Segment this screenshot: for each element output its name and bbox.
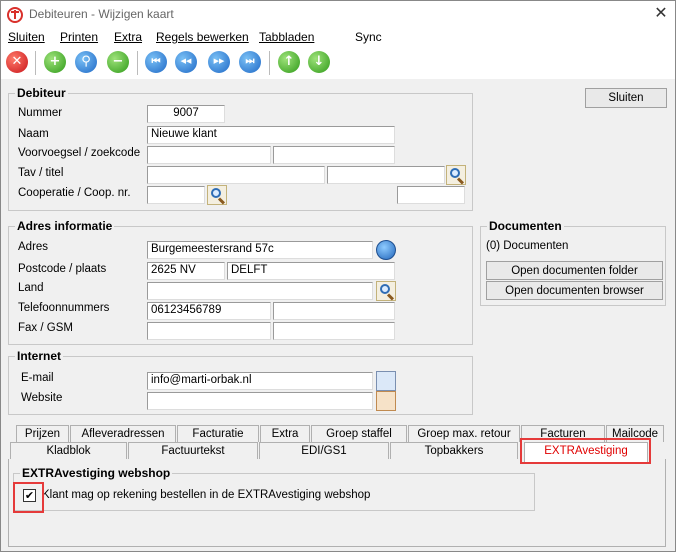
tab-groep-staffel[interactable]: Groep staffel [311, 425, 407, 442]
window-close-button[interactable]: ✕ [651, 3, 671, 25]
adres-label: Adres [18, 241, 49, 253]
open-documenten-browser-button[interactable]: Open documenten browser [486, 281, 663, 300]
toolbar-separator [269, 51, 270, 75]
menu-extra[interactable]: Extra [114, 30, 142, 44]
voorvoegsel-label: Voorvoegsel / zoekcode [18, 147, 141, 159]
webshop-checkbox-label: Klant mag op rekening bestellen in de EX… [42, 489, 371, 501]
voorvoegsel-field[interactable] [147, 146, 271, 164]
remove-icon[interactable]: − [107, 51, 129, 73]
previous-record-icon[interactable]: ◀◀ [175, 51, 197, 73]
documenten-count: (0) Documenten [486, 240, 569, 252]
gsm-field[interactable] [273, 322, 395, 340]
cooperatie-field[interactable] [147, 186, 205, 204]
tab-topbakkers[interactable]: Topbakkers [390, 442, 518, 459]
postcode-label: Postcode / plaats [18, 263, 107, 275]
tab-factuurtekst[interactable]: Factuurtekst [128, 442, 258, 459]
last-record-icon[interactable]: ⏭ [239, 51, 261, 73]
tab-prijzen[interactable]: Prijzen [16, 425, 69, 442]
land-label: Land [18, 282, 44, 294]
email-field[interactable]: info@marti-orbak.nl [147, 372, 373, 390]
window-title: Debiteuren - Wijzigen kaart [29, 7, 174, 21]
cooperatie-label: Cooperatie / Coop. nr. [18, 187, 131, 199]
land-field[interactable] [147, 282, 373, 300]
menu-tabbladen[interactable]: Tabbladen [259, 30, 314, 44]
toolbar: ✕ + ⚲ − ⏮ ◀◀ ▶▶ ⏭ ↑ ↓ [1, 47, 675, 79]
zoekcode-field[interactable] [273, 146, 395, 164]
next-record-icon[interactable]: ▶▶ [208, 51, 230, 73]
tab-facturatie[interactable]: Facturatie [177, 425, 259, 442]
email-label: E-mail [21, 372, 54, 384]
nummer-field[interactable]: 9007 [147, 105, 225, 123]
naam-field[interactable]: Nieuwe klant [147, 126, 395, 144]
website-field[interactable] [147, 392, 373, 410]
webshop-group-title: EXTRAvestiging webshop [20, 466, 173, 480]
tav-field[interactable] [147, 166, 325, 184]
tab-afleveradressen[interactable]: Afleveradressen [70, 425, 176, 442]
adres-group-title: Adres informatie [15, 219, 115, 233]
internet-group-title: Internet [15, 349, 64, 363]
move-up-icon[interactable]: ↑ [278, 51, 300, 73]
plaats-field[interactable]: DELFT [227, 262, 395, 280]
menu-bar: Sluiten Printen Extra Regels bewerken Ta… [1, 29, 675, 47]
tab-groep-max-retour[interactable]: Groep max. retour [408, 425, 520, 442]
naam-label: Naam [18, 128, 49, 140]
toolbar-separator [137, 51, 138, 75]
tab-edi-gs1[interactable]: EDI/GS1 [259, 442, 389, 459]
tab-kladblok[interactable]: Kladblok [10, 442, 127, 459]
nummer-label: Nummer [18, 107, 63, 119]
menu-regels-bewerken[interactable]: Regels bewerken [156, 30, 249, 44]
cooperatie-lookup-icon[interactable] [207, 185, 227, 205]
sluiten-button[interactable]: Sluiten [585, 88, 667, 108]
website-label: Website [21, 392, 63, 404]
open-documenten-folder-button[interactable]: Open documenten folder [486, 261, 663, 280]
search-icon[interactable]: ⚲ [75, 51, 97, 73]
telefoon2-field[interactable] [273, 302, 395, 320]
window: Debiteuren - Wijzigen kaart ✕ Sluiten Pr… [0, 0, 676, 552]
telefoon-label: Telefoonnummers [18, 302, 110, 314]
postcode-field[interactable]: 2625 NV [147, 262, 225, 280]
title-bar: Debiteuren - Wijzigen kaart ✕ [1, 1, 675, 29]
checkbox-highlight-box [13, 482, 44, 513]
tav-label: Tav / titel [18, 167, 64, 179]
add-icon[interactable]: + [44, 51, 66, 73]
tab-extra[interactable]: Extra [260, 425, 310, 442]
coop-nr-field[interactable] [397, 186, 465, 204]
first-record-icon[interactable]: ⏮ [145, 51, 167, 73]
titel-lookup-icon[interactable] [446, 165, 466, 185]
cooperatie-name-field [229, 186, 395, 204]
fax-label: Fax / GSM [18, 322, 73, 334]
land-lookup-icon[interactable] [376, 281, 396, 301]
globe-icon[interactable] [376, 240, 396, 260]
documenten-group-title: Documenten [487, 219, 564, 233]
adres-field[interactable]: Burgemeestersrand 57c [147, 241, 373, 259]
menu-sluiten[interactable]: Sluiten [8, 30, 45, 44]
app-logo-icon [7, 7, 23, 23]
toolbar-separator [35, 51, 36, 75]
tab-highlight-box [520, 438, 651, 464]
close-icon[interactable]: ✕ [6, 51, 28, 73]
open-website-icon[interactable] [376, 391, 396, 411]
menu-sync[interactable]: Sync [355, 30, 382, 44]
debiteur-group-title: Debiteur [15, 86, 68, 100]
move-down-icon[interactable]: ↓ [308, 51, 330, 73]
titel-field[interactable] [327, 166, 445, 184]
fax-field[interactable] [147, 322, 271, 340]
telefoon1-field[interactable]: 06123456789 [147, 302, 271, 320]
send-email-icon[interactable] [376, 371, 396, 391]
menu-printen[interactable]: Printen [60, 30, 98, 44]
